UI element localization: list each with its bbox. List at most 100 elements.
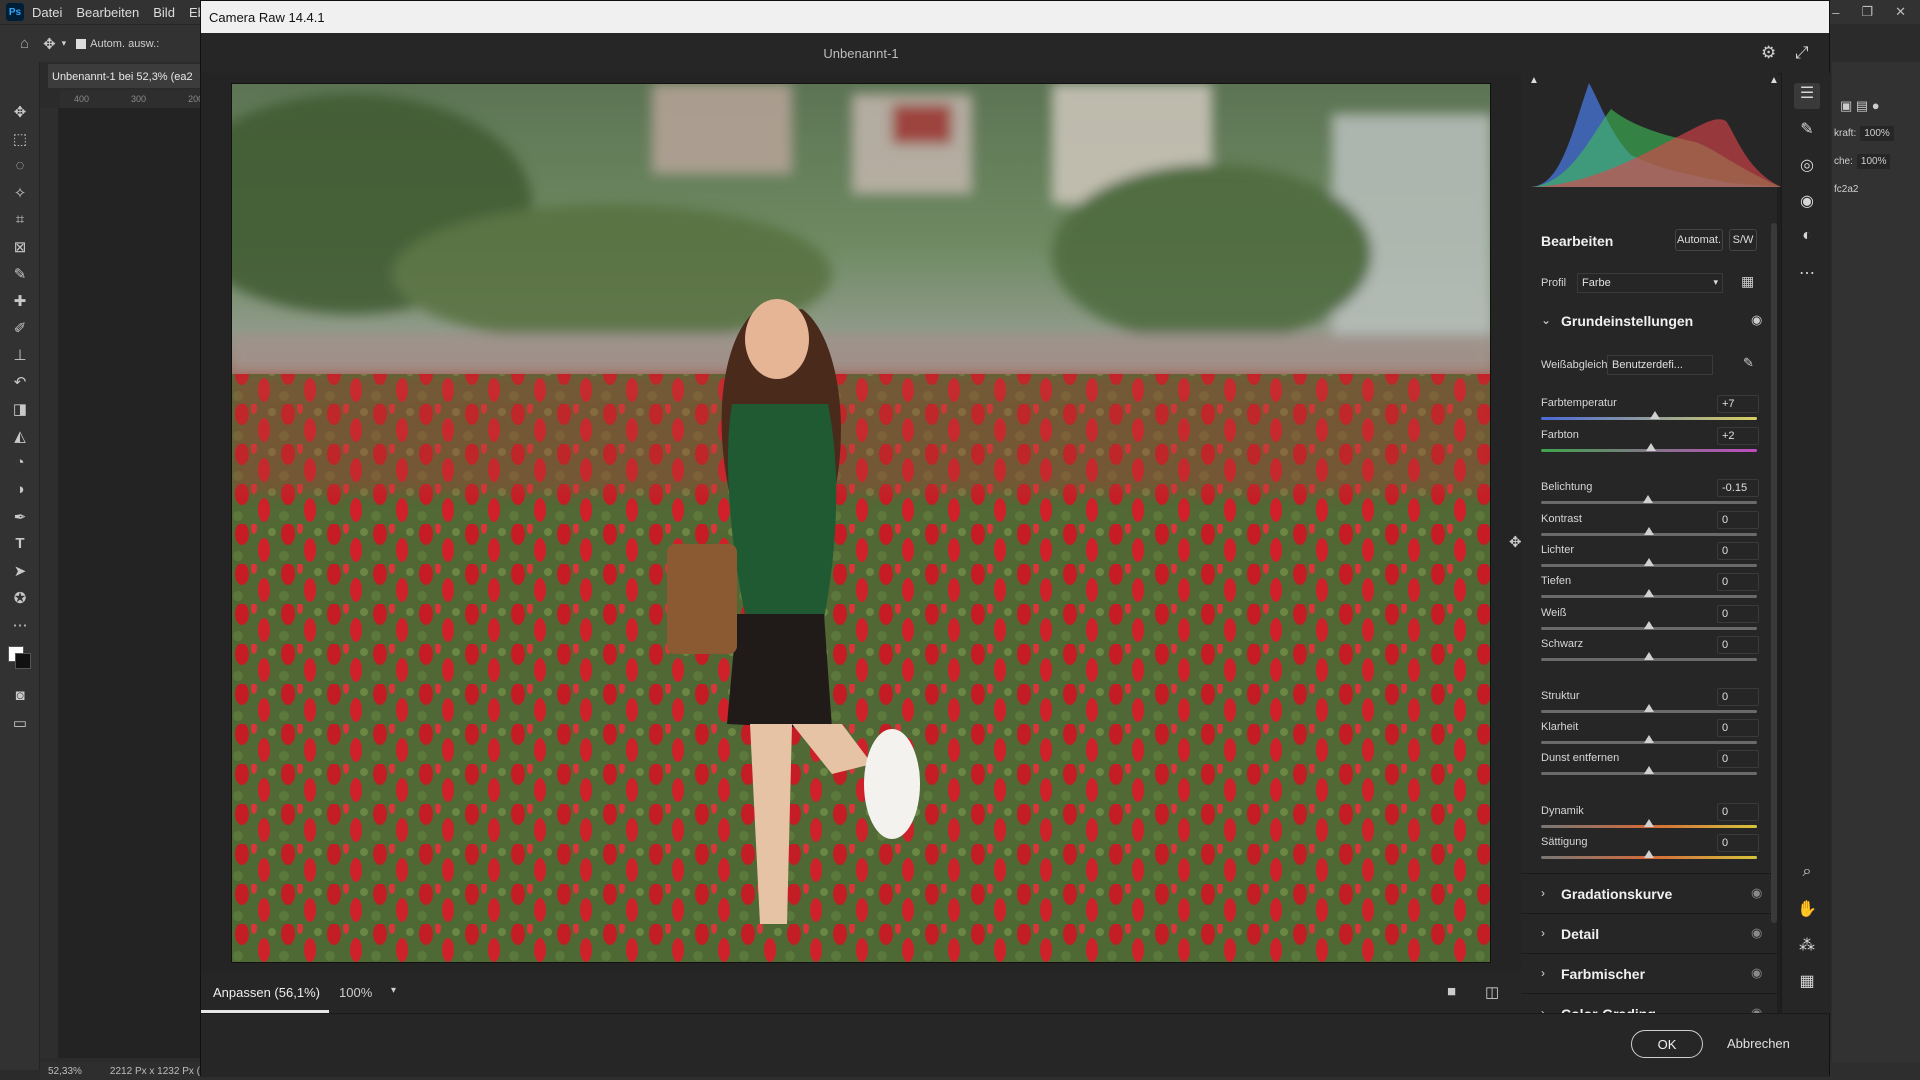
dodge-tool-icon[interactable]: ◑ [0, 476, 40, 503]
section-row[interactable]: › Farbmischer ◉ [1521, 953, 1777, 993]
opacity-value[interactable]: 100% [1860, 126, 1894, 141]
zoom-select[interactable]: 100% [339, 985, 372, 1000]
shape-tool-icon[interactable]: ✪ [0, 584, 40, 611]
stamp-tool-icon[interactable]: ⊥ [0, 341, 40, 368]
wb-eyedropper-icon[interactable]: ✎ [1743, 355, 1754, 371]
document-tab[interactable]: Unbenannt-1 bei 52,3% (ea2 [48, 64, 208, 88]
history-brush-icon[interactable]: ↶ [0, 368, 40, 395]
edit-sliders-icon[interactable]: ☰ [1794, 83, 1820, 109]
chevron-down-icon[interactable]: ⌄ [1541, 313, 1551, 327]
slider-thumb[interactable] [1644, 735, 1654, 743]
marquee-tool-icon[interactable]: ⬚ [0, 125, 40, 152]
pen-tool-icon[interactable]: ✒ [0, 503, 40, 530]
menu-bild[interactable]: Bild [153, 5, 175, 20]
brush-tool-icon[interactable]: ✐ [0, 314, 40, 341]
section-row[interactable]: › Detail ◉ [1521, 913, 1777, 953]
magic-wand-icon[interactable]: ✧ [0, 179, 40, 206]
fill-value[interactable]: 100% [1856, 154, 1891, 169]
settings-gear-icon[interactable]: ⚙ [1761, 43, 1776, 63]
eye-icon[interactable]: ◉ [1751, 885, 1762, 901]
crop-tool-icon[interactable]: ⌗ [0, 206, 40, 233]
eye-icon[interactable]: ◉ [1751, 925, 1762, 941]
slider-track[interactable] [1541, 417, 1757, 420]
type-tool-icon[interactable]: T [0, 530, 40, 557]
minimize-icon[interactable]: – [1832, 5, 1839, 20]
fullscreen-icon[interactable]: ⤢ [1795, 43, 1809, 63]
slider-thumb[interactable] [1650, 411, 1661, 419]
red-eye-icon[interactable]: ◉ [1794, 191, 1820, 217]
slider-value-input[interactable]: 0 [1717, 750, 1759, 768]
healing-icon[interactable]: ✎ [1794, 119, 1820, 145]
slider-thumb[interactable] [1644, 766, 1654, 774]
blur-tool-icon[interactable]: ◔ [0, 449, 40, 476]
move-tool-icon[interactable]: ✥ [43, 35, 56, 53]
slider-value-input[interactable]: +2 [1717, 427, 1759, 445]
section-basic[interactable]: ⌄ Grundeinstellungen ◉ [1521, 301, 1777, 341]
slider-value-input[interactable]: 0 [1717, 688, 1759, 706]
auto-button[interactable]: Automat. [1675, 229, 1723, 251]
close-window-icon[interactable]: ✕ [1895, 4, 1906, 20]
chevron-right-icon[interactable]: › [1541, 886, 1545, 900]
color-swatches[interactable] [0, 638, 39, 682]
slider-thumb[interactable] [1644, 652, 1654, 660]
cancel-button[interactable]: Abbrechen [1727, 1036, 1790, 1051]
slider-thumb[interactable] [1644, 527, 1654, 535]
background-color[interactable] [15, 653, 31, 669]
more-tools-icon[interactable]: ⋯ [0, 611, 40, 638]
wb-select[interactable]: Benutzerdefi... [1607, 355, 1713, 375]
fit-zoom-button[interactable]: Anpassen (56,1%) [213, 985, 320, 1000]
lasso-tool-icon[interactable]: ◌ [0, 152, 40, 179]
grid-icon[interactable]: ▦ [1794, 971, 1820, 997]
zoom-icon[interactable]: ⌕ [1794, 863, 1820, 889]
panel-tool-icons[interactable]: ▣ ▤ ● [1840, 98, 1880, 114]
quick-mask-icon[interactable]: ◙ [0, 682, 40, 709]
chevron-right-icon[interactable]: › [1541, 966, 1545, 980]
gradient-tool-icon[interactable]: ◭ [0, 422, 40, 449]
profile-select[interactable]: Farbe ▾ [1577, 273, 1723, 293]
eye-icon[interactable]: ◉ [1751, 965, 1762, 981]
screen-mode-icon[interactable]: ▭ [0, 709, 40, 736]
section-row[interactable]: › Gradationskurve ◉ [1521, 873, 1777, 913]
slider-value-input[interactable]: 0 [1717, 719, 1759, 737]
frame-tool-icon[interactable]: ⊠ [0, 233, 40, 260]
slider-value-input[interactable]: 0 [1717, 511, 1759, 529]
slider-value-input[interactable]: -0.15 [1717, 479, 1759, 497]
slider-value-input[interactable]: 0 [1717, 573, 1759, 591]
image-preview[interactable]: ✥ [201, 73, 1522, 973]
slider-value-input[interactable]: 0 [1717, 542, 1759, 560]
slider-value-input[interactable]: 0 [1717, 636, 1759, 654]
slider-thumb[interactable] [1642, 495, 1653, 503]
bw-button[interactable]: S/W [1729, 229, 1757, 251]
slider-value-input[interactable]: +7 [1717, 395, 1759, 413]
slider-thumb[interactable] [1646, 443, 1657, 451]
menu-datei[interactable]: Datei [32, 5, 62, 20]
slider-value-input[interactable]: 0 [1717, 803, 1759, 821]
slider-thumb[interactable] [1644, 704, 1654, 712]
photo-preview[interactable] [231, 83, 1491, 963]
menu-bearbeiten[interactable]: Bearbeiten [76, 5, 139, 20]
slider-value-input[interactable]: 0 [1717, 834, 1759, 852]
path-select-icon[interactable]: ➤ [0, 557, 40, 584]
presets-icon[interactable]: ◐ [1794, 227, 1820, 253]
mask-icon[interactable]: ◎ [1794, 155, 1820, 181]
more-icon[interactable]: ⋯ [1794, 263, 1820, 289]
move-tool-icon[interactable]: ✥ [0, 98, 40, 125]
chevron-down-icon[interactable]: ▾ [391, 985, 396, 996]
hand-icon[interactable]: ✋ [1794, 899, 1820, 925]
healing-brush-icon[interactable]: ✚ [0, 287, 40, 314]
layer-name[interactable]: fc2a2 [1834, 184, 1858, 195]
eyedropper-icon[interactable]: ✎ [0, 260, 40, 287]
eraser-tool-icon[interactable]: ◨ [0, 395, 40, 422]
compare-view-icon[interactable]: ◫ [1485, 983, 1499, 1001]
slider-thumb[interactable] [1644, 850, 1654, 858]
home-icon[interactable]: ⌂ [20, 35, 29, 52]
ok-button[interactable]: OK [1631, 1030, 1703, 1058]
sampler-icon[interactable]: ⁂ [1794, 935, 1820, 961]
chevron-down-icon[interactable]: ▾ [62, 38, 67, 49]
restore-icon[interactable]: ❐ [1861, 4, 1873, 20]
status-zoom[interactable]: 52,33% [48, 1066, 82, 1077]
slider-thumb[interactable] [1644, 558, 1654, 566]
slider-thumb[interactable] [1644, 589, 1654, 597]
auto-select-checkbox[interactable] [76, 38, 87, 49]
slider-value-input[interactable]: 0 [1717, 605, 1759, 623]
